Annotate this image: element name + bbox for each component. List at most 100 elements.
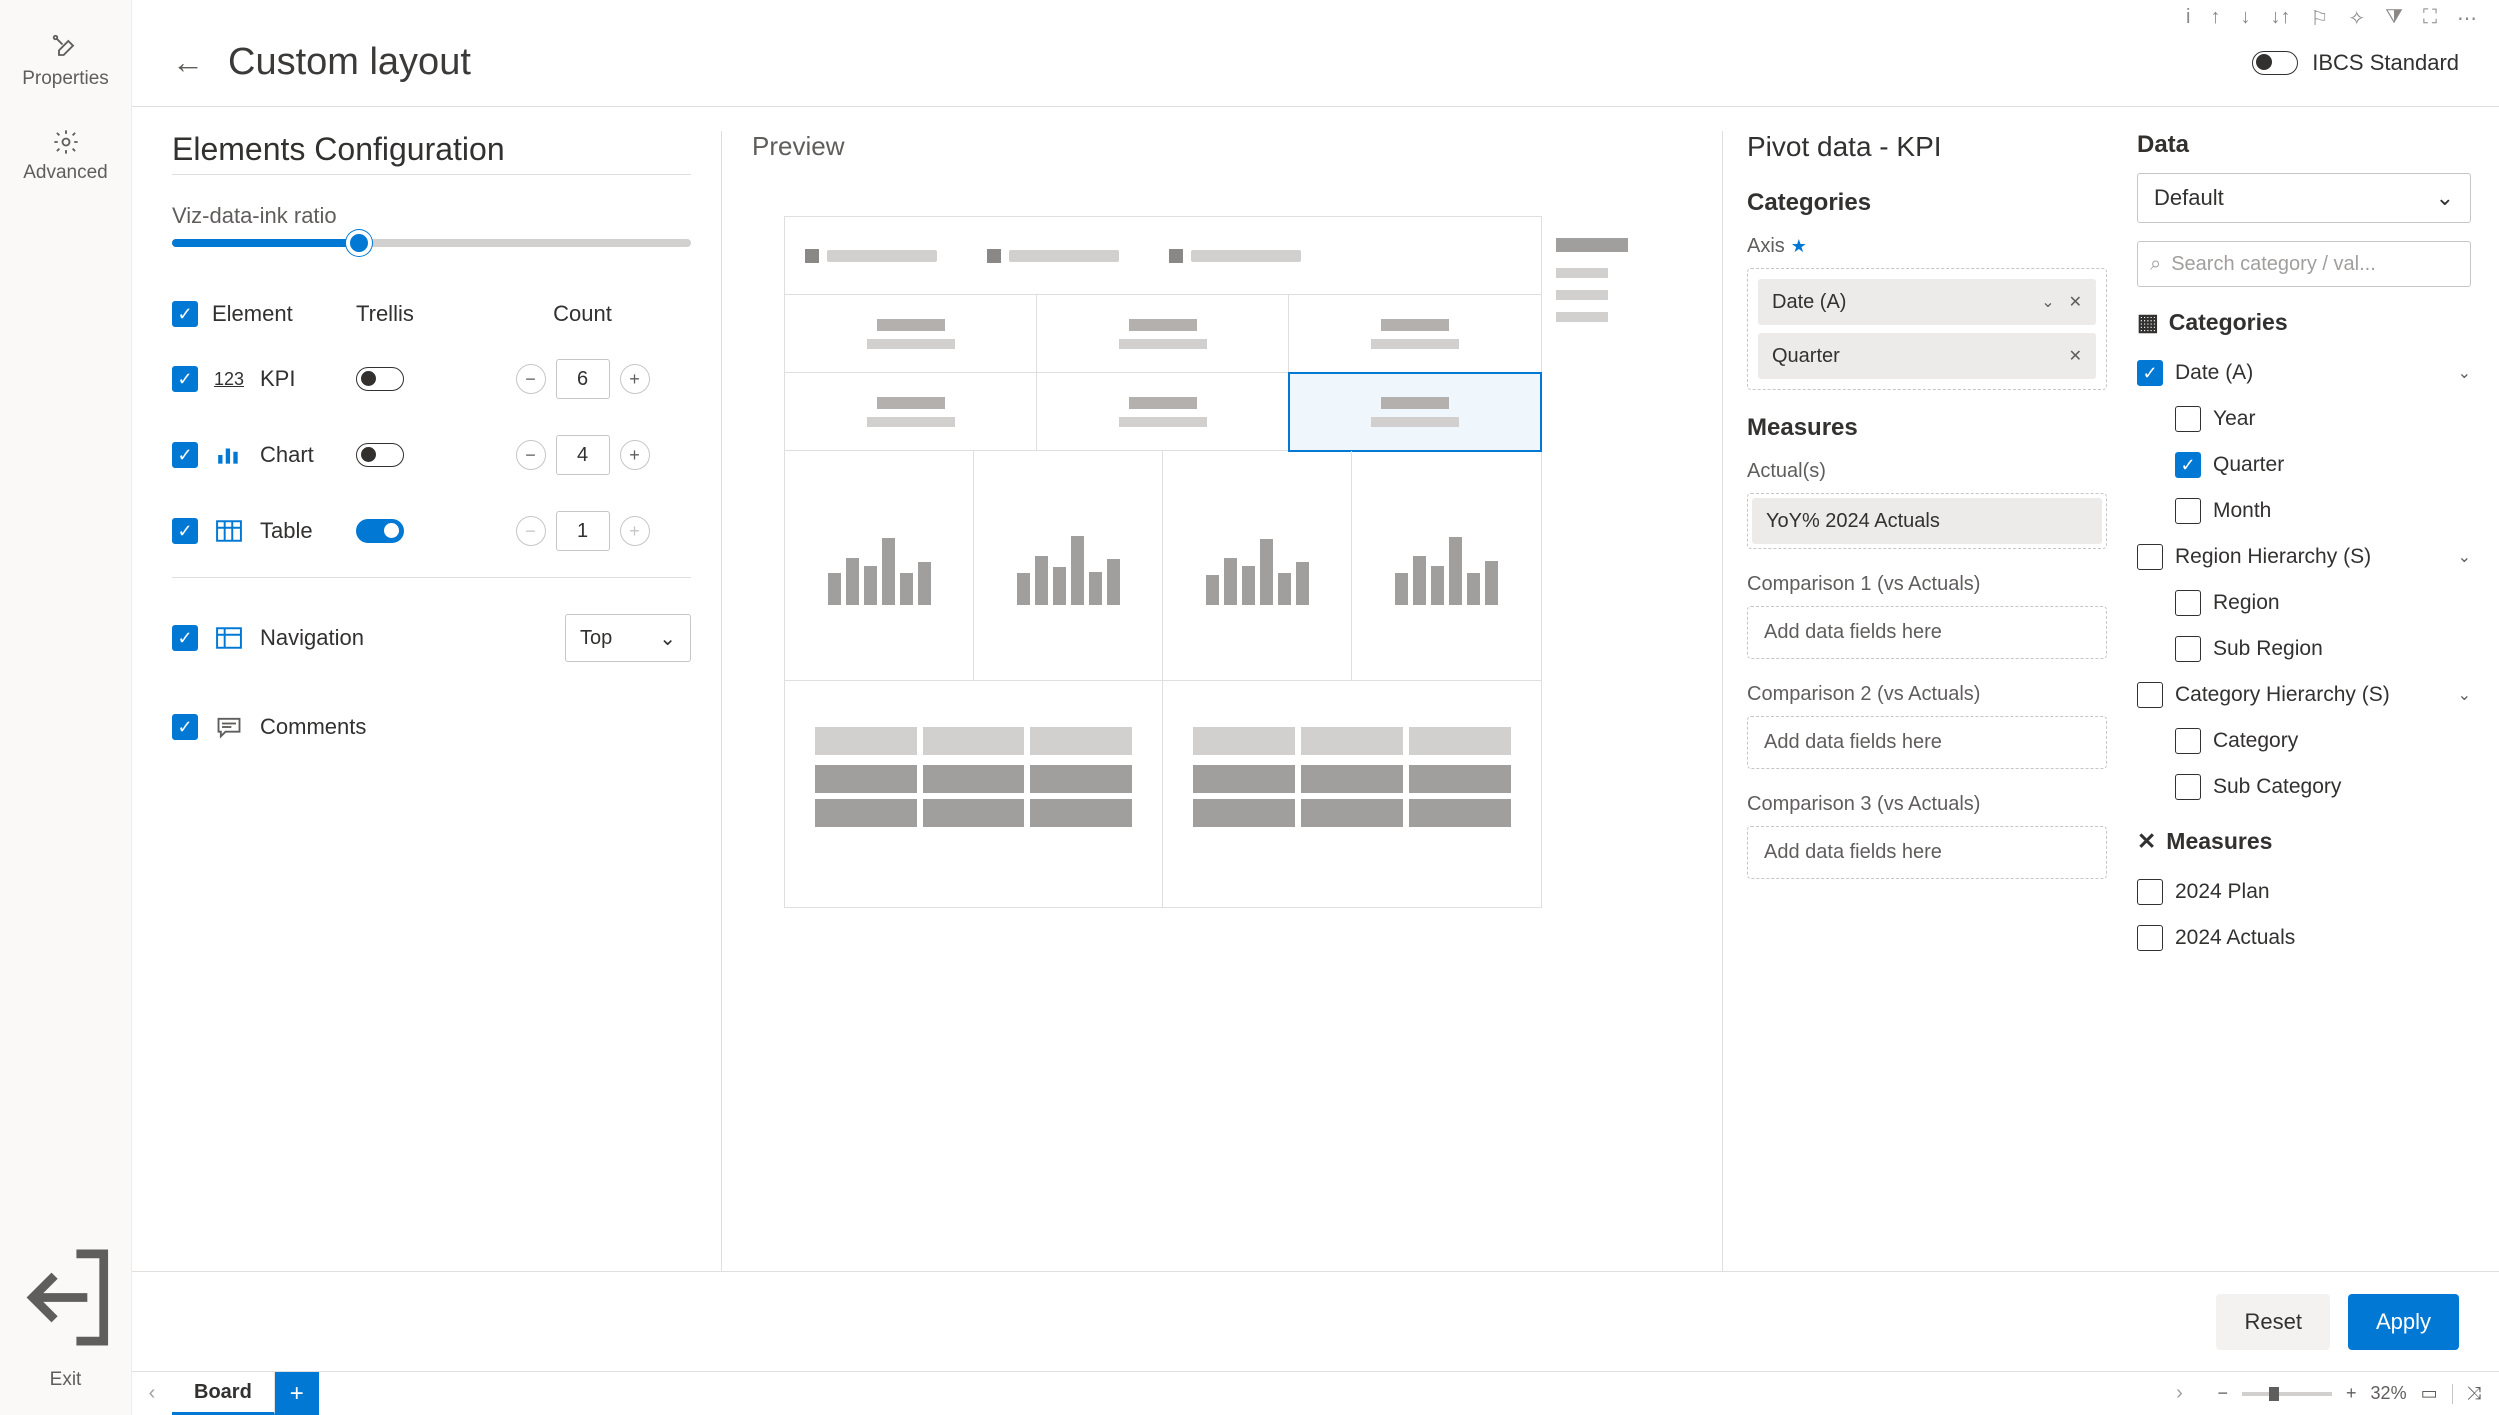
preview-table-2[interactable] (1163, 681, 1541, 907)
focus-icon[interactable]: ⛶ (2423, 6, 2437, 31)
kpi-minus[interactable]: − (516, 364, 546, 394)
apply-button[interactable]: Apply (2348, 1294, 2459, 1350)
ibcs-toggle[interactable] (2252, 51, 2298, 75)
regionh-checkbox[interactable] (2137, 544, 2163, 570)
info-icon[interactable]: i (2186, 6, 2190, 31)
tree-category[interactable]: Category (2137, 718, 2471, 764)
select-all-checkbox[interactable]: ✓ (172, 301, 198, 327)
preview-kpi-6[interactable] (1289, 373, 1541, 451)
table-trellis-toggle[interactable] (356, 519, 404, 543)
plan-checkbox[interactable] (2137, 879, 2163, 905)
zoom-slider[interactable] (2242, 1392, 2332, 1396)
subcategory-checkbox[interactable] (2175, 774, 2201, 800)
table-checkbox[interactable]: ✓ (172, 518, 198, 544)
tab-prev[interactable]: ‹ (132, 1372, 172, 1415)
search-input[interactable]: ⌕Search category / val... (2137, 241, 2471, 287)
comments-checkbox[interactable]: ✓ (172, 714, 198, 740)
fit-icon[interactable]: ▭ (2421, 1383, 2438, 1404)
tree-year[interactable]: Year (2137, 396, 2471, 442)
chevron-down-icon[interactable]: ⌄ (2458, 547, 2471, 567)
chip-date[interactable]: Date (A)⌄✕ (1758, 279, 2096, 325)
chevron-down-icon[interactable]: ⌄ (2041, 292, 2054, 312)
chevron-down-icon[interactable]: ⌄ (2458, 363, 2471, 383)
tree-subregion[interactable]: Sub Region (2137, 626, 2471, 672)
preview-chart-4[interactable] (1352, 451, 1541, 681)
actuals-dropzone[interactable]: YoY% 2024 Actuals (1747, 493, 2107, 549)
chart-plus[interactable]: + (620, 440, 650, 470)
zoom-in[interactable]: + (2346, 1383, 2357, 1404)
filter-icon[interactable]: ⧩ (2385, 6, 2403, 31)
comp1-dropzone[interactable]: Add data fields here (1747, 606, 2107, 659)
cath-checkbox[interactable] (2137, 682, 2163, 708)
tree-actuals[interactable]: 2024 Actuals (2137, 915, 2471, 961)
kpi-trellis-toggle[interactable] (356, 367, 404, 391)
chart-minus[interactable]: − (516, 440, 546, 470)
close-icon[interactable]: ✕ (2069, 292, 2082, 312)
preview-kpi-5[interactable] (1037, 373, 1289, 451)
chevron-down-icon[interactable]: ⌄ (2458, 685, 2471, 705)
row-comments: ✓ Comments (172, 680, 691, 774)
chip-quarter[interactable]: Quarter✕ (1758, 333, 2096, 379)
nav-position-select[interactable]: Top⌄ (565, 614, 691, 662)
kpi-plus[interactable]: + (620, 364, 650, 394)
preview-chart-1[interactable] (785, 451, 974, 681)
data-heading: Data (2137, 131, 2471, 159)
comp2-dropzone[interactable]: Add data fields here (1747, 716, 2107, 769)
tree-region[interactable]: Region (2137, 580, 2471, 626)
chart-trellis-toggle[interactable] (356, 443, 404, 467)
preview-table-1[interactable] (785, 681, 1163, 907)
year-checkbox[interactable] (2175, 406, 2201, 432)
subregion-checkbox[interactable] (2175, 636, 2201, 662)
table-count[interactable]: 1 (556, 511, 610, 551)
region-checkbox[interactable] (2175, 590, 2201, 616)
arrow-down-icon[interactable]: ↓ (2240, 6, 2250, 31)
quarter-checkbox[interactable]: ✓ (2175, 452, 2201, 478)
kpi-checkbox[interactable]: ✓ (172, 366, 198, 392)
close-icon[interactable]: ✕ (2069, 346, 2082, 366)
pin-icon[interactable]: ✧ (2348, 6, 2365, 31)
rail-advanced[interactable]: Advanced (0, 114, 131, 208)
tree-date[interactable]: ✓Date (A)⌄ (2137, 350, 2471, 396)
tab-board[interactable]: Board (172, 1372, 275, 1415)
chip-actuals[interactable]: YoY% 2024 Actuals (1752, 498, 2102, 544)
footer: Reset Apply (132, 1271, 2499, 1371)
tree-cat-h[interactable]: Category Hierarchy (S)⌄ (2137, 672, 2471, 718)
month-checkbox[interactable] (2175, 498, 2201, 524)
preview-kpi-1[interactable] (785, 295, 1037, 373)
bookmark-icon[interactable]: ⚐ (2310, 6, 2328, 31)
tree-subcategory[interactable]: Sub Category (2137, 764, 2471, 810)
kpi-count[interactable]: 6 (556, 359, 610, 399)
chart-count[interactable]: 4 (556, 435, 610, 475)
reset-button[interactable]: Reset (2216, 1294, 2329, 1350)
arrow-up-icon[interactable]: ↑ (2210, 6, 2220, 31)
zoom-out[interactable]: − (2218, 1383, 2229, 1404)
axis-dropzone[interactable]: Date (A)⌄✕ Quarter✕ (1747, 268, 2107, 390)
comp3-dropzone[interactable]: Add data fields here (1747, 826, 2107, 879)
preview-kpi-3[interactable] (1289, 295, 1541, 373)
col-count: Count (474, 301, 691, 327)
data-source-select[interactable]: Default⌄ (2137, 173, 2471, 223)
sort-icon[interactable]: ↓↑ (2270, 6, 2290, 31)
tree-plan[interactable]: 2024 Plan (2137, 869, 2471, 915)
date-checkbox[interactable]: ✓ (2137, 360, 2163, 386)
tree-quarter[interactable]: ✓Quarter (2137, 442, 2471, 488)
chart-checkbox[interactable]: ✓ (172, 442, 198, 468)
preview-kpi-4[interactable] (785, 373, 1037, 451)
tree-region-h[interactable]: Region Hierarchy (S)⌄ (2137, 534, 2471, 580)
tab-next[interactable]: › (2160, 1372, 2200, 1415)
rail-exit[interactable]: Exit (0, 1218, 131, 1415)
back-button[interactable]: ← (172, 44, 204, 81)
category-checkbox[interactable] (2175, 728, 2201, 754)
shuffle-icon[interactable]: ⤨ (2467, 1383, 2481, 1404)
tree-month[interactable]: Month (2137, 488, 2471, 534)
rail-properties[interactable]: Properties (0, 20, 131, 114)
config-table-header: ✓Element Trellis Count (172, 287, 691, 341)
more-icon[interactable]: ⋯ (2457, 6, 2477, 31)
preview-chart-3[interactable] (1163, 451, 1352, 681)
actuals-checkbox[interactable] (2137, 925, 2163, 951)
tab-add[interactable]: + (275, 1372, 319, 1415)
preview-chart-2[interactable] (974, 451, 1163, 681)
preview-kpi-2[interactable] (1037, 295, 1289, 373)
nav-checkbox[interactable]: ✓ (172, 625, 198, 651)
ink-ratio-slider[interactable] (172, 239, 691, 247)
